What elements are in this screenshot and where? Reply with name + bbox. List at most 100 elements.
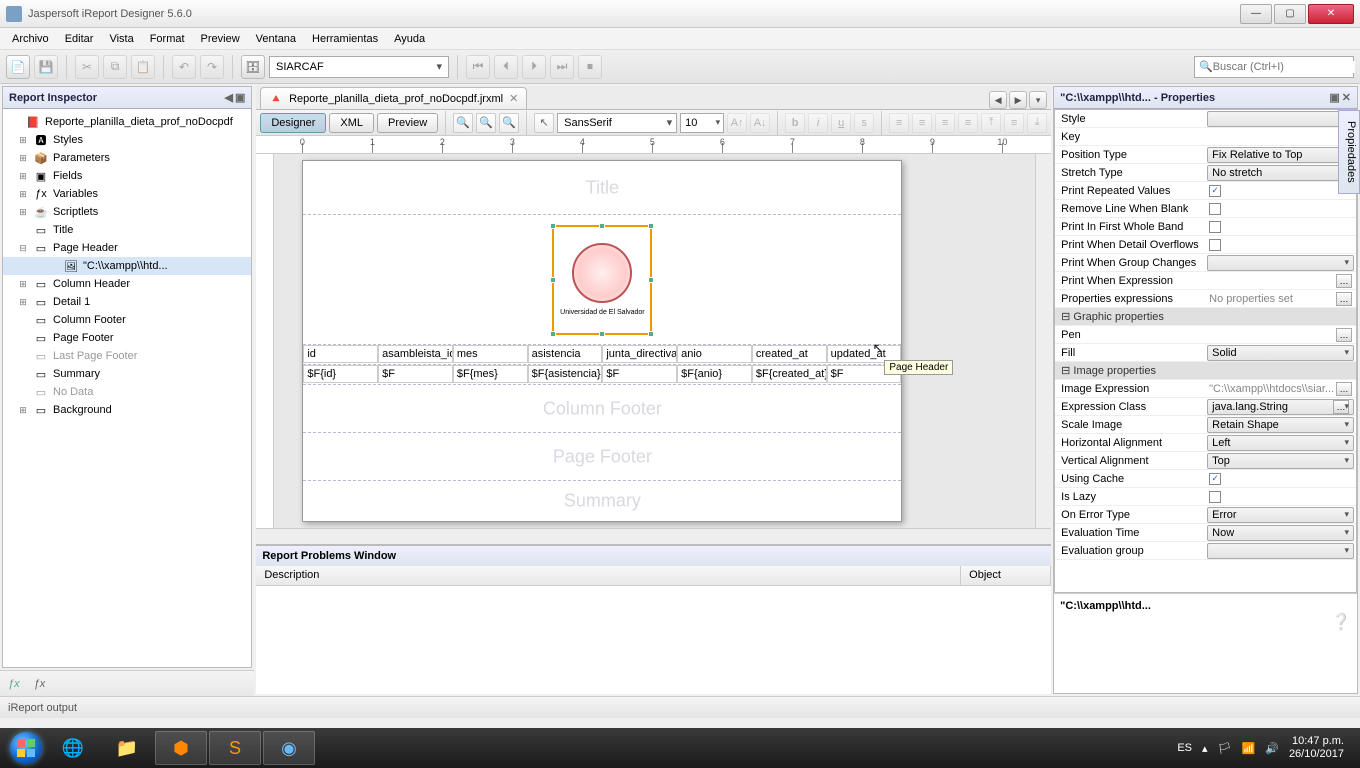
zoom-in-icon[interactable]: 🔍: [453, 113, 473, 133]
tray-chevron-icon[interactable]: ▴: [1202, 742, 1208, 755]
tree-root[interactable]: 📕Reporte_planilla_dieta_prof_noDocpdf: [3, 113, 251, 131]
col-description[interactable]: Description: [256, 566, 961, 585]
tray-network-icon[interactable]: 📶: [1242, 742, 1256, 755]
prop-row[interactable]: Evaluation TimeNow: [1055, 524, 1356, 542]
prop-row[interactable]: Style: [1055, 110, 1356, 128]
font-dec-icon[interactable]: A↓: [750, 113, 770, 133]
prop-row[interactable]: Remove Line When Blank: [1055, 200, 1356, 218]
tree-node-selected[interactable]: 🖼"C:\\xampp\\htd...: [3, 257, 251, 275]
tray-volume-icon[interactable]: 🔊: [1265, 742, 1279, 755]
editor-tab[interactable]: 🔺 Reporte_planilla_dieta_prof_noDocpdf.j…: [260, 87, 527, 109]
tab-nav-left-icon[interactable]: ◀: [989, 91, 1007, 109]
prop-row[interactable]: Print When Group Changes: [1055, 254, 1356, 272]
minimize-button[interactable]: —: [1240, 4, 1272, 24]
valign-mid-icon[interactable]: ≡: [1004, 113, 1024, 133]
band-page-footer[interactable]: Page Footer: [303, 433, 901, 481]
detail-field-cell[interactable]: $F{anio}: [677, 365, 752, 383]
skip-prev-icon[interactable]: ⏮: [466, 55, 490, 79]
column-header-cell[interactable]: anio: [677, 345, 752, 363]
task-ireport[interactable]: ◉: [263, 731, 315, 765]
system-tray[interactable]: ES ▴ 🏳 📶 🔊 10:47 p.m. 26/10/2017: [1167, 735, 1354, 761]
fx-icon-2[interactable]: ƒx: [34, 678, 46, 690]
scrollbar-horizontal[interactable]: [256, 528, 1051, 544]
tree-node[interactable]: ▭Summary: [3, 365, 251, 383]
new-file-icon[interactable]: 📄: [6, 55, 30, 79]
datasource-combo[interactable]: SIARCAF: [269, 56, 449, 78]
paste-icon[interactable]: 📋: [131, 55, 155, 79]
prop-row[interactable]: Horizontal AlignmentLeft: [1055, 434, 1356, 452]
pin-icon[interactable]: ▣: [1329, 91, 1339, 104]
prop-row[interactable]: Is Lazy: [1055, 488, 1356, 506]
tree-node[interactable]: ▭Column Footer: [3, 311, 251, 329]
start-button[interactable]: [6, 728, 46, 768]
prop-section[interactable]: ⊟ Image properties: [1055, 362, 1356, 380]
tree-node[interactable]: ▭Title: [3, 221, 251, 239]
design-canvas[interactable]: Title Universidad de El Salvador idasamb…: [274, 154, 1035, 528]
undo-icon[interactable]: ↶: [172, 55, 196, 79]
fx-icon[interactable]: ƒx: [8, 678, 20, 690]
image-element-selected[interactable]: Universidad de El Salvador: [552, 225, 652, 335]
tree-node[interactable]: ⊞ƒxVariables: [3, 185, 251, 203]
detail-field-cell[interactable]: $F{created_at}: [752, 365, 827, 383]
prop-row[interactable]: Scale ImageRetain Shape: [1055, 416, 1356, 434]
band-page-header[interactable]: Universidad de El Salvador: [303, 215, 901, 345]
search-box[interactable]: 🔍: [1194, 56, 1354, 78]
underline-icon[interactable]: u: [831, 113, 851, 133]
help-icon[interactable]: ❔: [1331, 612, 1351, 632]
tray-lang[interactable]: ES: [1177, 742, 1192, 754]
cut-icon[interactable]: ✂: [75, 55, 99, 79]
detail-field-cell[interactable]: $F: [602, 365, 677, 383]
prop-row[interactable]: Key: [1055, 128, 1356, 146]
task-explorer[interactable]: 📁: [101, 731, 153, 765]
prop-row[interactable]: On Error TypeError: [1055, 506, 1356, 524]
tab-nav-right-icon[interactable]: ▶: [1009, 91, 1027, 109]
font-combo[interactable]: SansSerif: [557, 113, 677, 133]
tree-node[interactable]: ⊟▭Page Header: [3, 239, 251, 257]
tree-node[interactable]: ▭No Data: [3, 383, 251, 401]
prop-row[interactable]: Image Expression"C:\\xampp\\htdocs\\siar…: [1055, 380, 1356, 398]
panel-close-icon[interactable]: ✕: [1342, 91, 1351, 104]
tree-node[interactable]: ⊞▭Detail 1: [3, 293, 251, 311]
band-detail[interactable]: $F{id}$F$F{mes}$F{asistencia}$F$F{anio}$…: [303, 365, 901, 385]
pin-icon[interactable]: ◀: [224, 91, 232, 104]
tree-node[interactable]: ⊞🅰Styles: [3, 131, 251, 149]
menu-herramientas[interactable]: Herramientas: [304, 30, 386, 48]
tree-node[interactable]: ⊞▭Column Header: [3, 275, 251, 293]
copy-icon[interactable]: ⧉: [103, 55, 127, 79]
prop-row[interactable]: Print When Expression…: [1055, 272, 1356, 290]
valign-bot-icon[interactable]: ⤓: [1027, 113, 1047, 133]
menu-editar[interactable]: Editar: [57, 30, 102, 48]
align-right-icon[interactable]: ≡: [935, 113, 955, 133]
zoom-out-icon[interactable]: 🔍: [476, 113, 496, 133]
inspector-tree[interactable]: 📕Reporte_planilla_dieta_prof_noDocpdf ⊞🅰…: [3, 109, 251, 667]
tree-node[interactable]: ▭Page Footer: [3, 329, 251, 347]
detail-field-cell[interactable]: $F{asistencia}: [528, 365, 603, 383]
column-header-cell[interactable]: id: [303, 345, 378, 363]
column-header-cell[interactable]: created_at: [752, 345, 827, 363]
zoom-fit-icon[interactable]: 🔍: [499, 113, 519, 133]
datasource-icon[interactable]: 🗄: [241, 55, 265, 79]
side-tab-propiedades[interactable]: Propiedades: [1338, 110, 1360, 194]
strike-icon[interactable]: s: [854, 113, 874, 133]
band-summary[interactable]: Summary: [303, 481, 901, 521]
prop-row[interactable]: Print In First Whole Band: [1055, 218, 1356, 236]
prev-icon[interactable]: ⏴: [494, 55, 518, 79]
task-chrome[interactable]: 🌐: [47, 731, 99, 765]
font-inc-icon[interactable]: A↑: [727, 113, 747, 133]
detail-field-cell[interactable]: $F{id}: [303, 365, 378, 383]
mode-designer[interactable]: Designer: [260, 113, 326, 133]
tree-node[interactable]: ⊞▣Fields: [3, 167, 251, 185]
mode-xml[interactable]: XML: [329, 113, 374, 133]
prop-row[interactable]: Stretch TypeNo stretch: [1055, 164, 1356, 182]
prop-row[interactable]: Properties expressionsNo properties set…: [1055, 290, 1356, 308]
prop-row[interactable]: FillSolid: [1055, 344, 1356, 362]
prop-row[interactable]: Using Cache✓: [1055, 470, 1356, 488]
mode-preview[interactable]: Preview: [377, 113, 438, 133]
skip-next-icon[interactable]: ⏭: [550, 55, 574, 79]
detail-field-cell[interactable]: $F: [378, 365, 453, 383]
bold-icon[interactable]: b: [785, 113, 805, 133]
menu-ayuda[interactable]: Ayuda: [386, 30, 433, 48]
column-header-cell[interactable]: asambleista_id: [378, 345, 453, 363]
task-sublime[interactable]: S: [209, 731, 261, 765]
detail-field-cell[interactable]: $F{mes}: [453, 365, 528, 383]
